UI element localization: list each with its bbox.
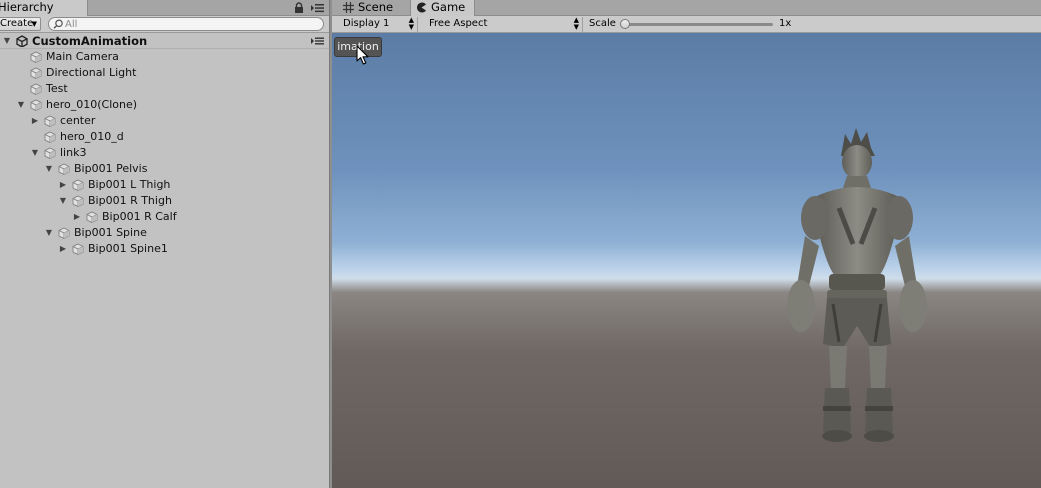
create-dropdown[interactable]: Create ▼: [0, 17, 41, 31]
game-viewport[interactable]: imation: [332, 33, 1041, 488]
expand-arrow-icon[interactable]: ▼: [44, 161, 54, 177]
hierarchy-item-label: Directional Light: [46, 66, 137, 79]
updown-arrows-icon: ▲ ▼: [408, 16, 414, 31]
scale-value: 1x: [779, 18, 792, 29]
hierarchy-item[interactable]: Main Camera: [0, 49, 329, 65]
hierarchy-item[interactable]: ▼ Bip001 Pelvis: [0, 161, 329, 177]
game-panel: Scene Game Display 1 ▲ ▼ Free Aspect ▲ ▼ S…: [332, 0, 1041, 488]
gameobject-cube-icon: [72, 179, 84, 191]
game-tab-bar: Scene Game: [332, 0, 1041, 16]
gameobject-cube-icon: [44, 131, 56, 143]
hierarchy-item[interactable]: ▶ Bip001 L Thigh: [0, 177, 329, 193]
updown-arrows-icon: ▲ ▼: [573, 16, 579, 31]
gameobject-cube-icon: [72, 195, 84, 207]
create-label: Create: [0, 18, 34, 29]
collapse-arrow-icon[interactable]: ▶: [72, 209, 82, 225]
tab-scene-label: Scene: [358, 0, 394, 14]
hierarchy-item-label: center: [60, 114, 96, 127]
hero-character-model: [787, 128, 927, 442]
tab-hierarchy[interactable]: Hierarchy: [0, 0, 88, 16]
hierarchy-item-label: Bip001 L Thigh: [88, 178, 171, 191]
hierarchy-item[interactable]: ▼ Bip001 Spine: [0, 225, 329, 241]
hierarchy-tree: ▼ CustomAnimation Main Camera Directional…: [0, 33, 329, 257]
expand-arrow-icon[interactable]: ▼: [2, 33, 12, 49]
gameobject-cube-icon: [44, 115, 56, 127]
lock-icon[interactable]: [294, 2, 304, 14]
expand-arrow-icon[interactable]: ▼: [44, 225, 54, 241]
grid-icon: [343, 2, 354, 13]
hierarchy-search[interactable]: [48, 17, 324, 31]
hierarchy-item-label: Test: [46, 82, 68, 95]
tab-game[interactable]: Game: [410, 0, 475, 16]
gameobject-cube-icon: [30, 83, 42, 95]
expand-arrow-icon[interactable]: ▼: [58, 193, 68, 209]
gameobject-cube-icon: [44, 147, 56, 159]
display-dropdown[interactable]: Display 1 ▲ ▼: [338, 17, 418, 32]
aspect-dropdown[interactable]: Free Aspect ▲ ▼: [424, 17, 583, 32]
hierarchy-panel: Hierarchy Create ▼ ▼: [0, 0, 329, 488]
display-label: Display 1: [343, 18, 390, 29]
hierarchy-item-label: link3: [60, 146, 87, 159]
scale-slider-thumb[interactable]: [620, 19, 630, 29]
hierarchy-item[interactable]: ▼ link3: [0, 145, 329, 161]
hierarchy-item[interactable]: Test: [0, 81, 329, 97]
hierarchy-item[interactable]: hero_010_d: [0, 129, 329, 145]
gameobject-cube-icon: [30, 67, 42, 79]
hierarchy-item[interactable]: ▶ Bip001 R Calf: [0, 209, 329, 225]
hierarchy-item-label: hero_010_d: [60, 130, 124, 143]
gameobject-cube-icon: [30, 51, 42, 63]
pacman-icon: [417, 2, 426, 13]
tab-scene[interactable]: Scene: [338, 0, 410, 16]
panel-menu-icon[interactable]: [311, 3, 324, 13]
hierarchy-items: Main Camera Directional Light Test ▼ hero_01…: [0, 49, 329, 257]
hierarchy-item-label: Bip001 R Thigh: [88, 194, 172, 207]
hierarchy-item-label: Bip001 Pelvis: [74, 162, 148, 175]
expand-arrow-icon[interactable]: ▼: [30, 145, 40, 161]
hierarchy-item-label: Main Camera: [46, 50, 119, 63]
hierarchy-item-label: Bip001 Spine1: [88, 242, 168, 255]
scene-name: CustomAnimation: [32, 34, 148, 48]
hierarchy-item[interactable]: ▼ Bip001 R Thigh: [0, 193, 329, 209]
scale-label: Scale: [589, 18, 616, 29]
scale-slider-track[interactable]: [623, 23, 773, 26]
hierarchy-item-label: Bip001 R Calf: [102, 210, 177, 223]
gameobject-cube-icon: [72, 243, 84, 255]
scene-menu-icon[interactable]: [311, 37, 324, 45]
collapse-arrow-icon[interactable]: ▶: [30, 113, 40, 129]
hierarchy-item-label: Bip001 Spine: [74, 226, 147, 239]
gameobject-cube-icon: [58, 227, 70, 239]
hierarchy-item[interactable]: Directional Light: [0, 65, 329, 81]
expand-arrow-icon[interactable]: ▼: [16, 97, 26, 113]
search-input[interactable]: [65, 18, 315, 30]
hierarchy-item[interactable]: ▶ center: [0, 113, 329, 129]
hierarchy-tab-bar: Hierarchy: [0, 0, 329, 16]
hierarchy-item[interactable]: ▶ Bip001 Spine1: [0, 241, 329, 257]
scene-row[interactable]: ▼ CustomAnimation: [0, 33, 329, 49]
game-toolbar: Display 1 ▲ ▼ Free Aspect ▲ ▼ Scale 1x: [332, 16, 1041, 33]
aspect-label: Free Aspect: [429, 18, 488, 29]
gameobject-cube-icon: [30, 99, 42, 111]
hierarchy-toolbar: Create ▼: [0, 16, 329, 33]
caret-down-icon: ▼: [31, 20, 37, 28]
gameobject-cube-icon: [58, 163, 70, 175]
hierarchy-item-label: hero_010(Clone): [46, 98, 138, 111]
tab-game-label: Game: [431, 0, 466, 14]
unity-scene-icon: [16, 35, 28, 47]
search-icon: [53, 19, 63, 29]
collapse-arrow-icon[interactable]: ▶: [58, 241, 68, 257]
tab-hierarchy-label: Hierarchy: [0, 0, 54, 14]
mouse-cursor-icon: [356, 45, 369, 65]
collapse-arrow-icon[interactable]: ▶: [58, 177, 68, 193]
hierarchy-item[interactable]: ▼ hero_010(Clone): [0, 97, 329, 113]
gameobject-cube-icon: [86, 211, 98, 223]
